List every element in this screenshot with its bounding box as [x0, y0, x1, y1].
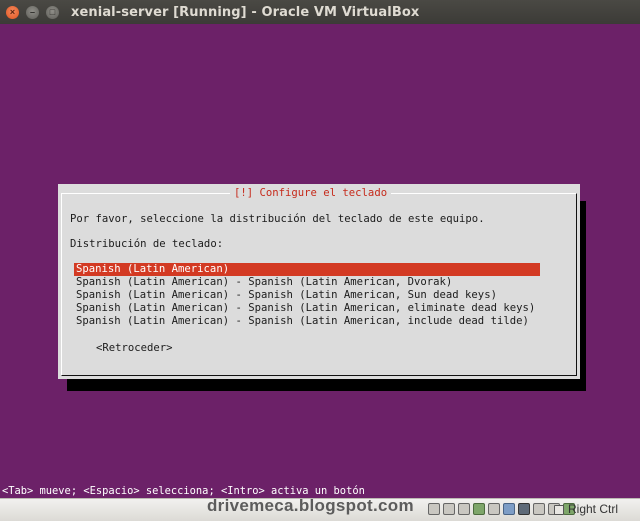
- window-maximize-button[interactable]: □: [46, 5, 59, 19]
- list-item[interactable]: Spanish (Latin American) - Spanish (Lati…: [74, 302, 540, 315]
- optical-drive-icon[interactable]: [443, 503, 455, 515]
- keyboard-layout-list[interactable]: Spanish (Latin American) Spanish (Latin …: [74, 263, 540, 328]
- list-item[interactable]: Spanish (Latin American) - Spanish (Lati…: [74, 315, 540, 328]
- vm-screen[interactable]: [!] Configure el teclado Por favor, sele…: [0, 24, 640, 498]
- host-key-label[interactable]: Right Ctrl: [568, 502, 618, 516]
- device-icons: [428, 503, 575, 515]
- audio-icon[interactable]: [458, 503, 470, 515]
- window-close-button[interactable]: ×: [6, 5, 19, 19]
- video-capture-icon[interactable]: [533, 503, 545, 515]
- display-icon[interactable]: [518, 503, 530, 515]
- keyboard-layout-dialog: [!] Configure el teclado Por favor, sele…: [58, 184, 580, 379]
- dialog-prompt: Por favor, seleccione la distribución de…: [70, 213, 485, 225]
- dialog-title: [!] Configure el teclado: [230, 187, 392, 200]
- watermark-text: drivemeca.blogspot.com: [207, 496, 414, 515]
- keyboard-icon: [554, 505, 564, 515]
- window-minimize-button[interactable]: –: [26, 5, 39, 19]
- vbox-statusbar: drivemeca.blogspot.com Right Ctrl: [0, 496, 640, 521]
- window-titlebar: × – □ xenial-server [Running] - Oracle V…: [0, 0, 640, 25]
- back-button[interactable]: <Retroceder>: [96, 342, 173, 355]
- list-label: Distribución de teclado:: [70, 238, 224, 250]
- shared-folder-icon[interactable]: [503, 503, 515, 515]
- list-item[interactable]: Spanish (Latin American) - Spanish (Lati…: [74, 276, 540, 289]
- network-icon[interactable]: [473, 503, 485, 515]
- list-item[interactable]: Spanish (Latin American): [74, 263, 540, 276]
- hard-disk-icon[interactable]: [428, 503, 440, 515]
- list-item[interactable]: Spanish (Latin American) - Spanish (Lati…: [74, 289, 540, 302]
- usb-icon[interactable]: [488, 503, 500, 515]
- window-title: xenial-server [Running] - Oracle VM Virt…: [71, 4, 420, 20]
